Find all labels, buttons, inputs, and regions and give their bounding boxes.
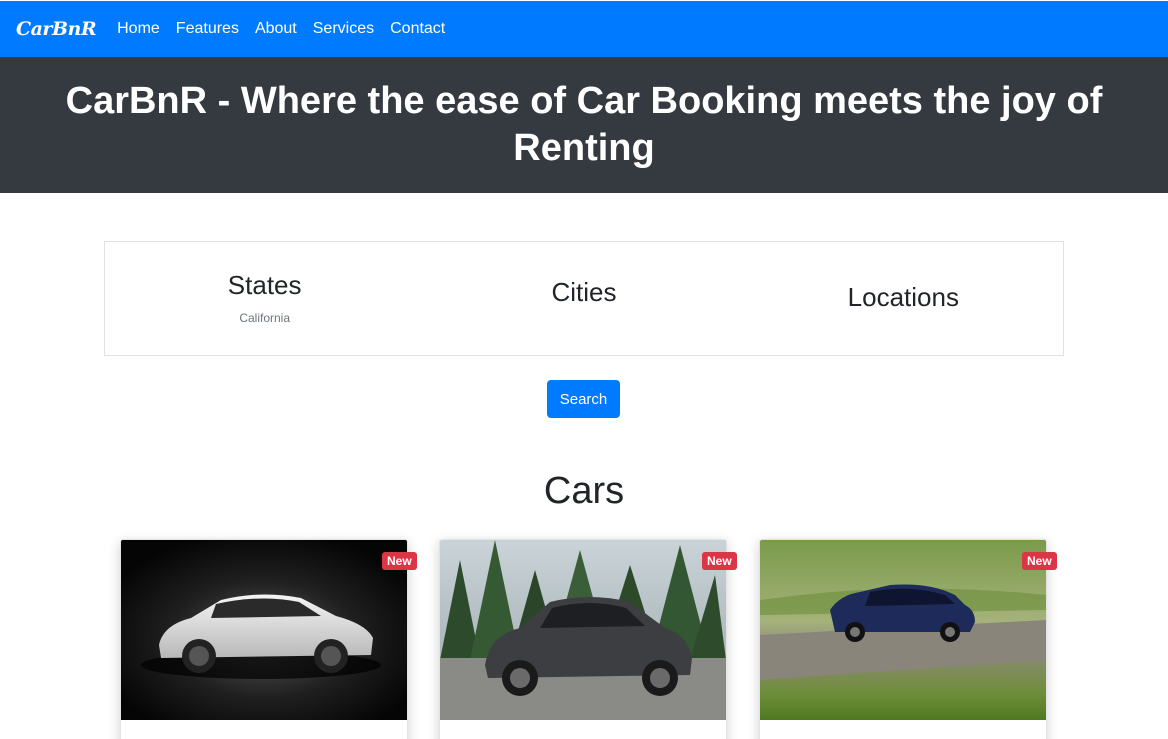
new-badge: New <box>1022 552 1057 570</box>
car-card[interactable] <box>439 539 727 739</box>
hero-banner: CarBnR - Where the ease of Car Booking m… <box>0 57 1168 193</box>
hero-title: CarBnR - Where the ease of Car Booking m… <box>65 80 1103 169</box>
new-badge: New <box>382 552 417 570</box>
brand-logo[interactable]: CarBnR <box>16 18 97 40</box>
cities-filter[interactable]: Cities <box>424 242 743 355</box>
car-image <box>121 540 407 720</box>
car-image <box>440 540 726 720</box>
filter-panel: States California Cities Locations <box>104 241 1064 356</box>
locations-filter[interactable]: Locations <box>744 242 1063 355</box>
selected-state[interactable]: California <box>239 311 290 325</box>
navbar: CarBnR Home Features About Services Cont… <box>0 1 1168 57</box>
nav-link-features[interactable]: Features <box>176 20 239 38</box>
new-badge: New <box>702 552 737 570</box>
nav-link-services[interactable]: Services <box>313 20 374 38</box>
nav-link-about[interactable]: About <box>255 20 297 38</box>
nav-link-contact[interactable]: Contact <box>390 20 445 38</box>
cities-heading: Cities <box>551 277 617 307</box>
cars-section-title: Cars <box>543 470 625 512</box>
states-filter[interactable]: States California <box>105 242 424 355</box>
nav-links: Home Features About Services Contact <box>117 20 461 38</box>
nav-link-home[interactable]: Home <box>117 20 160 38</box>
car-card[interactable] <box>759 539 1047 739</box>
locations-heading: Locations <box>847 281 959 312</box>
states-heading: States <box>227 270 302 300</box>
car-image <box>760 540 1046 720</box>
search-button[interactable]: Search <box>547 380 620 418</box>
car-card[interactable] <box>120 539 408 739</box>
